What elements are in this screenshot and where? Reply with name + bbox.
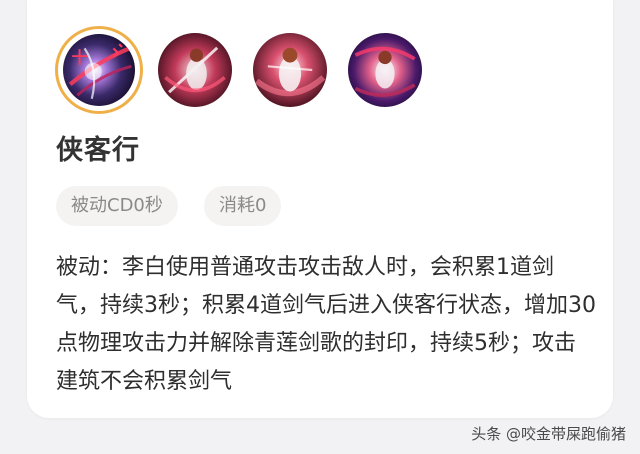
li-bai-skill-3-icon[interactable] [348, 33, 422, 107]
li-bai-passive-skill-icon: 十 [63, 34, 135, 106]
watermark: 头条 @咬金带屎跑偷猪 [471, 425, 626, 443]
li-bai-skill-2-icon[interactable] [253, 33, 327, 107]
passive-skill-icon-selected[interactable]: 十 [55, 26, 143, 114]
li-bai-skill-1-icon[interactable] [158, 33, 232, 107]
skill-description: 被动：李白使用普通攻击攻击敌人时，会积累1道剑气，持续3秒；积累4道剑气后进入侠… [56, 255, 596, 394]
cost-tag: 消耗0 [204, 186, 282, 226]
cooldown-tag: 被动CD0秒 [56, 186, 178, 226]
passive-seal-glyph: 十 [72, 48, 88, 67]
skill-title: 侠客行 [56, 135, 140, 166]
